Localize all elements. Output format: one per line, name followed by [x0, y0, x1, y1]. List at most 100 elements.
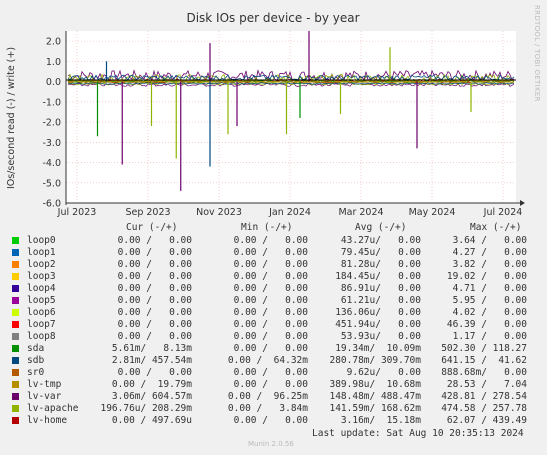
- legend-series-name: loop1: [27, 247, 56, 258]
- legend-swatch: [12, 345, 19, 352]
- legend-series-name: loop8: [27, 331, 56, 342]
- legend-cur-value: 5.61m/ 8.13m: [111, 343, 192, 354]
- legend-min-value: 0.00 / 3.84m: [227, 403, 308, 414]
- legend-min-value: 0.00 / 0.00: [233, 271, 308, 282]
- x-tick-label: Jul 2023: [57, 207, 97, 218]
- legend-series-name: lv-var: [27, 391, 62, 402]
- legend-cur-value: 0.00 / 0.00: [117, 307, 192, 318]
- legend-series-name: lv-apache: [27, 403, 79, 414]
- legend-avg-value: 79.45u/ 0.00: [340, 247, 421, 258]
- legend-series-name: loop5: [27, 295, 56, 306]
- legend-min-value: 0.00 / 64.32m: [227, 355, 308, 366]
- legend-min-value: 0.00 / 0.00: [233, 235, 308, 246]
- legend-avg-value: 141.59m/ 168.62m: [329, 403, 421, 414]
- legend-cur-value: 3.06m/ 604.57m: [111, 391, 192, 402]
- legend-swatch: [12, 321, 19, 328]
- legend-min-value: 0.00 / 0.00: [233, 367, 308, 378]
- legend-min-value: 0.00 / 0.00: [233, 319, 308, 330]
- legend-series-name: loop7: [27, 319, 56, 330]
- legend-avg-value: 184.45u/ 0.00: [335, 271, 421, 282]
- y-tick-label: 0.0: [46, 77, 61, 88]
- legend-max-value: 28.53 / 7.04: [446, 379, 527, 390]
- y-axis-label: IOs/second read (-) / write (+): [6, 47, 17, 189]
- legend-swatch: [12, 237, 19, 244]
- rrdtool-credit: RRDTOOL / TOBI OETIKER: [533, 5, 541, 102]
- legend-avg-value: 148.48m/ 488.47m: [329, 391, 421, 402]
- legend-row-loop1: loop1 0.00 / 0.00 0.00 / 0.00 79.45u/ 0.00 4…: [0, 247, 547, 259]
- legend-cur-value: 0.00 / 0.00: [117, 235, 192, 246]
- legend-row-loop0: loop0 0.00 / 0.00 0.00 / 0.00 43.27u/ 0.00 3…: [0, 235, 547, 247]
- legend-swatch: [12, 249, 19, 256]
- legend-avg-value: 389.98u/ 10.68m: [329, 379, 421, 390]
- legend-series-name: loop2: [27, 259, 56, 270]
- legend-series-name: sr0: [27, 367, 45, 378]
- legend-min-value: 0.00 / 0.00: [233, 247, 308, 258]
- legend-avg-value: 61.21u/ 0.00: [340, 295, 421, 306]
- legend-swatch: [12, 393, 19, 400]
- legend-avg-value: 136.06u/ 0.00: [335, 307, 421, 318]
- legend-max-value: 62.07 / 439.49: [446, 415, 527, 426]
- legend-row-loop4: loop4 0.00 / 0.00 0.00 / 0.00 86.91u/ 0.00 4…: [0, 283, 547, 295]
- disk-io-chart: Disk IOs per device - by year IOs/second…: [0, 0, 547, 220]
- legend-series-name: loop4: [27, 283, 56, 294]
- legend-avg-value: 53.93u/ 0.00: [340, 331, 421, 342]
- legend-max-value: 428.81 / 278.54: [441, 391, 527, 402]
- y-tick-label: -4.0: [42, 158, 61, 169]
- legend-min-value: 0.00 / 0.00: [233, 259, 308, 270]
- legend-avg-value: 9.62u/ 0.00: [346, 367, 421, 378]
- legend-cur-value: 0.00 / 0.00: [117, 331, 192, 342]
- plot-area: [66, 31, 516, 203]
- legend-series-name: lv-home: [27, 415, 68, 426]
- legend-swatch: [12, 273, 19, 280]
- y-tick-labels: 2.01.00.0-1.0-2.0-3.0-4.0-5.0-6.0: [42, 37, 61, 210]
- legend-cur-value: 0.00 / 0.00: [117, 319, 192, 330]
- legend-cur-value: 196.76u/ 208.29m: [100, 403, 192, 414]
- legend-max-value: 888.68m/ 0.00: [441, 367, 527, 378]
- y-tick-label: -2.0: [42, 118, 61, 129]
- legend-swatch: [12, 381, 19, 388]
- legend-row-loop7: loop7 0.00 / 0.00 0.00 / 0.00 451.94u/ 0.00…: [0, 319, 547, 331]
- legend-max-value: 46.39 / 0.00: [446, 319, 527, 330]
- legend-avg-value: 451.94u/ 0.00: [335, 319, 421, 330]
- legend-cur-value: 0.00 / 497.69u: [111, 415, 192, 426]
- legend-swatch: [12, 285, 19, 292]
- munin-credit: Munin 2.0.56: [248, 440, 294, 448]
- legend-row-sr0: sr0 0.00 / 0.00 0.00 / 0.00 9.62u/ 0.00 888.…: [0, 367, 547, 379]
- legend-cur-value: 0.00 / 0.00: [117, 259, 192, 270]
- legend-row-lv-home: lv-home 0.00 / 497.69u 0.00 / 0.00 3.16m/ 1…: [0, 415, 547, 427]
- legend-row-sda: sda 5.61m/ 8.13m 0.00 / 0.00 19.34m/ 10.09m…: [0, 343, 547, 355]
- y-tick-label: -5.0: [42, 178, 61, 189]
- legend-series-name: sda: [27, 343, 45, 354]
- y-tick-label: -3.0: [42, 138, 61, 149]
- legend-min-value: 0.00 / 0.00: [233, 343, 308, 354]
- legend-swatch: [12, 417, 19, 424]
- chart-title: Disk IOs per device - by year: [186, 11, 359, 25]
- x-tick-label: May 2024: [409, 207, 456, 218]
- legend-max-value: 3.64 / 0.00: [452, 235, 527, 246]
- legend-cur-value: 0.00 / 0.00: [117, 367, 192, 378]
- y-tick-label: -1.0: [42, 97, 61, 108]
- legend-min-value: 0.00 / 0.00: [233, 283, 308, 294]
- legend-max-value: 474.58 / 257.78: [441, 403, 527, 414]
- legend-min-value: 0.00 / 96.25m: [227, 391, 308, 402]
- legend-avg-value: 19.34m/ 10.09m: [335, 343, 421, 354]
- legend-row-loop6: loop6 0.00 / 0.00 0.00 / 0.00 136.06u/ 0.00…: [0, 307, 547, 319]
- legend-header-min: Min (-/+): [241, 222, 293, 233]
- legend-avg-value: 280.78m/ 309.70m: [329, 355, 421, 366]
- legend-swatch: [12, 297, 19, 304]
- y-tick-label: 1.0: [46, 57, 61, 68]
- legend-max-value: 4.71 / 0.00: [452, 283, 527, 294]
- legend-swatch: [12, 357, 19, 364]
- legend-header-max: Max (-/+): [470, 222, 522, 233]
- legend-cur-value: 0.00 / 0.00: [117, 247, 192, 258]
- legend-max-value: 3.82 / 0.00: [452, 259, 527, 270]
- legend-series-name: loop6: [27, 307, 56, 318]
- legend-max-value: 502.30 / 118.27: [441, 343, 527, 354]
- legend-cur-value: 0.00 / 0.00: [117, 271, 192, 282]
- x-tick-label: Sep 2023: [125, 207, 170, 218]
- legend-avg-value: 81.28u/ 0.00: [340, 259, 421, 270]
- legend-max-value: 1.17 / 0.00: [452, 331, 527, 342]
- legend-series-name: lv-tmp: [27, 379, 62, 390]
- legend-swatch: [12, 369, 19, 376]
- legend-min-value: 0.00 / 0.00: [233, 295, 308, 306]
